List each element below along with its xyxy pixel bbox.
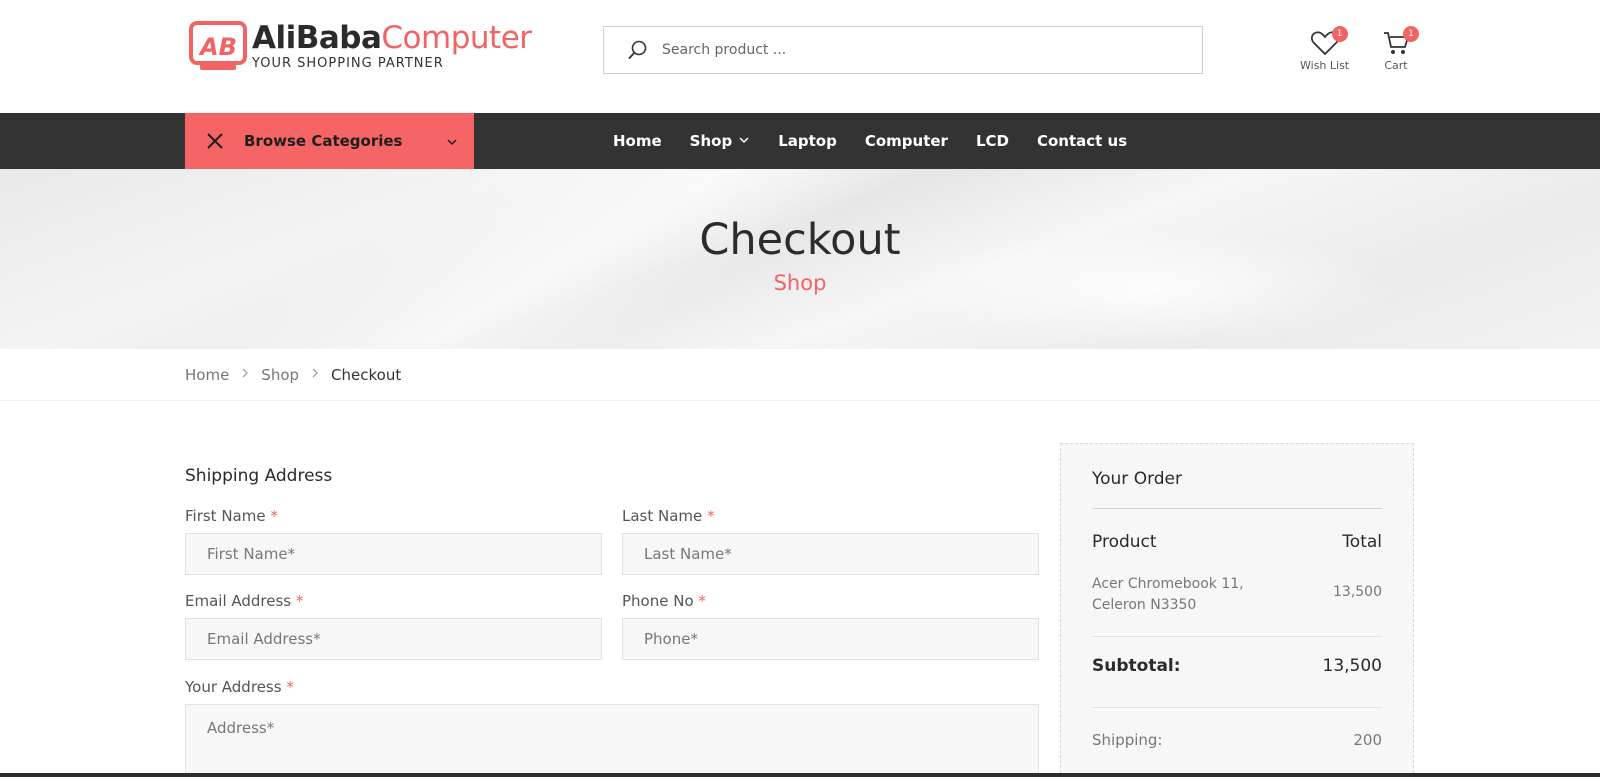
cart-button[interactable]: 1 Cart <box>1381 26 1419 72</box>
order-col-total: Total <box>1342 532 1382 552</box>
subtotal-value: 13,500 <box>1322 656 1382 676</box>
required-mark: * <box>286 678 294 696</box>
order-header-row: Product Total <box>1092 532 1382 552</box>
first-name-field[interactable] <box>185 533 602 575</box>
page-banner: Checkout Shop <box>0 169 1600 349</box>
order-title: Your Order <box>1092 469 1183 489</box>
shipping-address-title: Shipping Address <box>185 466 333 486</box>
email-label-text: Email Address <box>185 592 292 610</box>
last-name-label: Last Name * <box>622 507 715 525</box>
nav-home[interactable]: Home <box>613 132 662 150</box>
breadcrumb-current: Checkout <box>331 365 402 384</box>
search-input[interactable] <box>662 42 1162 58</box>
cart-label: Cart <box>1384 59 1408 72</box>
order-item-total: 13,500 <box>1333 584 1382 600</box>
nav-shop[interactable]: Shop <box>690 132 751 150</box>
page-title: Checkout <box>699 215 901 265</box>
subtotal-label: Subtotal: <box>1092 656 1181 676</box>
chevron-down-icon <box>446 133 458 152</box>
logo-tagline: YOUR SHOPPING PARTNER <box>252 56 444 71</box>
required-mark: * <box>295 592 304 610</box>
search-icon[interactable] <box>628 40 648 60</box>
last-name-field[interactable] <box>622 533 1039 575</box>
chevron-right-icon <box>241 367 249 382</box>
site-logo[interactable]: AB AliBabaComputer YOUR SHOPPING PARTNER <box>188 20 532 74</box>
first-name-label-text: First Name <box>185 507 266 525</box>
browse-categories-button[interactable]: Browse Categories <box>185 113 474 169</box>
bottom-edge <box>0 773 1600 777</box>
address-label: Your Address * <box>185 678 294 696</box>
nav-lcd[interactable]: LCD <box>976 132 1009 150</box>
nav-laptop[interactable]: Laptop <box>778 132 837 150</box>
wishlist-button[interactable]: 1 Wish List <box>1300 26 1350 72</box>
logo-brand-red: Computer <box>381 20 532 56</box>
main-navbar: Browse Categories Home Shop Laptop Compu… <box>0 113 1600 169</box>
checkout-section: Shipping Address First Name * Last Name … <box>0 401 1600 777</box>
nav-computer[interactable]: Computer <box>865 132 948 150</box>
wishlist-count-badge: 1 <box>1331 26 1348 42</box>
page-subtitle[interactable]: Shop <box>0 271 1600 295</box>
order-col-product: Product <box>1092 532 1157 552</box>
breadcrumb: Home Shop Checkout <box>0 349 1600 401</box>
browse-categories-label: Browse Categories <box>244 132 403 150</box>
chevron-right-icon <box>311 367 319 382</box>
shipping-row: Shipping: 200 <box>1092 731 1382 749</box>
address-label-text: Your Address <box>185 678 282 696</box>
email-field[interactable] <box>185 618 602 660</box>
phone-label: Phone No * <box>622 592 706 610</box>
order-item-name: Acer Chromebook 11, Celeron N3350 <box>1092 576 1244 613</box>
divider <box>1092 508 1382 509</box>
search-box <box>603 26 1203 74</box>
breadcrumb-home[interactable]: Home <box>185 366 229 384</box>
required-mark: * <box>698 592 706 610</box>
logo-brand-dark: AliBaba <box>252 20 382 56</box>
email-label: Email Address * <box>185 592 303 610</box>
close-icon[interactable] <box>205 131 225 151</box>
breadcrumb-shop[interactable]: Shop <box>261 366 299 384</box>
chevron-down-icon <box>738 132 750 150</box>
shipping-value: 200 <box>1353 731 1382 749</box>
order-summary: Your Order Product Total Acer Chromebook… <box>1060 443 1414 777</box>
divider <box>1092 707 1382 708</box>
subtotal-row: Subtotal: 13,500 <box>1092 656 1382 676</box>
shipping-label: Shipping: <box>1092 731 1163 749</box>
last-name-label-text: Last Name <box>622 507 703 525</box>
divider <box>1092 636 1382 637</box>
required-mark: * <box>707 507 715 525</box>
cart-count-badge: 1 <box>1403 26 1419 42</box>
logo-wordmark: AliBabaComputer <box>252 20 532 56</box>
wishlist-label: Wish List <box>1300 59 1350 72</box>
logo-icon: AB <box>188 20 248 74</box>
nav-shop-label: Shop <box>689 132 733 150</box>
site-header: AB AliBabaComputer YOUR SHOPPING PARTNER… <box>0 0 1600 113</box>
address-field[interactable] <box>185 704 1039 777</box>
nav-contact[interactable]: Contact us <box>1037 132 1127 150</box>
nav-menu: Home Shop Laptop Computer LCD Contact us <box>613 113 1155 169</box>
svg-text:AB: AB <box>198 33 237 61</box>
order-item-row: Acer Chromebook 11, Celeron N3350 13,500 <box>1092 574 1382 616</box>
required-mark: * <box>270 507 278 525</box>
first-name-label: First Name * <box>185 507 278 525</box>
phone-field[interactable] <box>622 618 1039 660</box>
phone-label-text: Phone No <box>622 592 694 610</box>
